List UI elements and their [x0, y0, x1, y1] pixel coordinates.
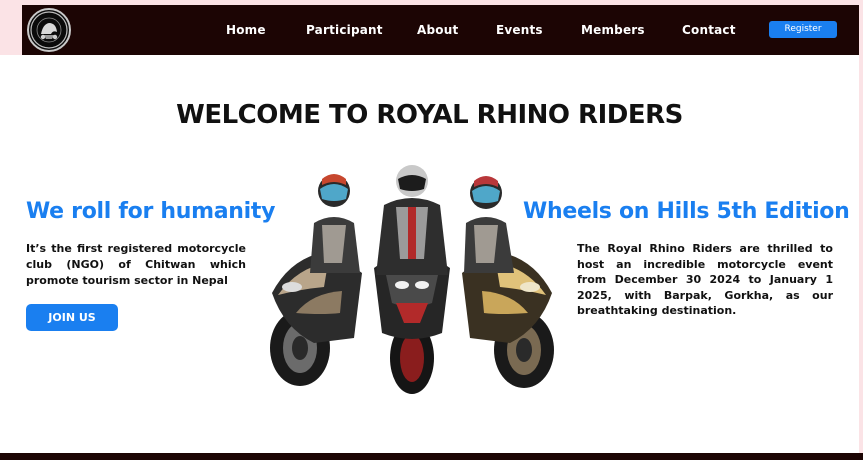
- nav-contact[interactable]: Contact: [682, 23, 736, 37]
- nav-about[interactable]: About: [417, 23, 458, 37]
- navbar: Home Participant About Events Members Co…: [22, 5, 859, 55]
- riders-illustration-icon: [270, 165, 554, 394]
- register-button[interactable]: Register: [769, 21, 837, 38]
- page-title: WELCOME TO ROYAL RHINO RIDERS: [176, 100, 683, 130]
- right-heading: Wheels on Hills 5th Edition: [523, 199, 850, 224]
- nav-home[interactable]: Home: [226, 23, 266, 37]
- center-motorcycle: [374, 254, 450, 394]
- left-rider: [310, 174, 360, 273]
- center-rider: [376, 165, 448, 275]
- right-rider: [464, 176, 514, 273]
- footer-bar: [0, 453, 863, 460]
- left-heading: We roll for humanity: [26, 199, 276, 224]
- logo-emblem-icon: [30, 11, 68, 49]
- hero-section: WELCOME TO ROYAL RHINO RIDERS We roll fo…: [0, 55, 859, 453]
- join-us-button[interactable]: JOIN US: [26, 304, 118, 331]
- left-description: It’s the first registered motorcycle clu…: [26, 242, 246, 287]
- club-logo[interactable]: [27, 8, 71, 52]
- page-edge-strip: [859, 0, 863, 460]
- right-description: The Royal Rhino Riders are thrilled to h…: [577, 242, 833, 317]
- nav-participant[interactable]: Participant: [306, 23, 383, 37]
- nav-events[interactable]: Events: [496, 23, 543, 37]
- nav-members[interactable]: Members: [581, 23, 645, 37]
